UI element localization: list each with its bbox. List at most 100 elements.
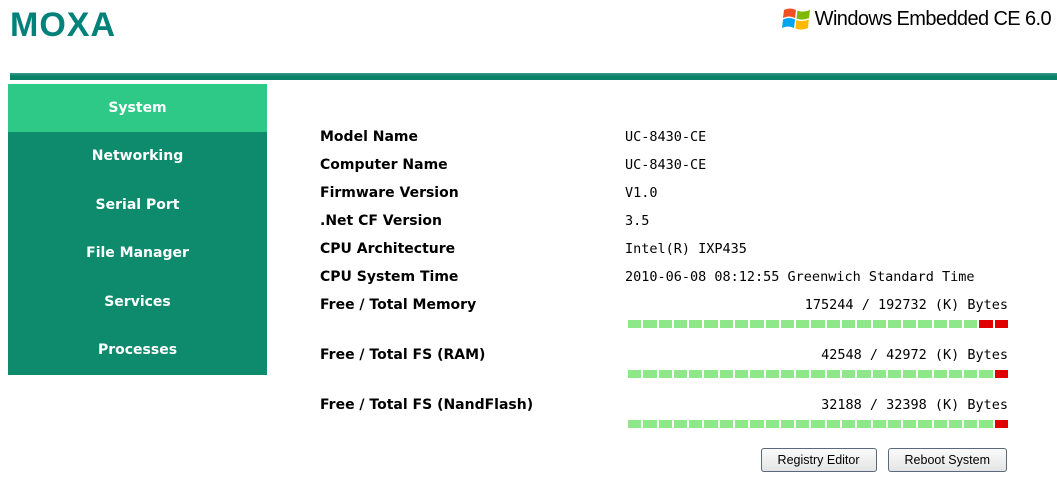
info-row-computer-name: Computer Name UC-8430-CE: [320, 155, 1010, 183]
model-name-value: UC-8430-CE: [625, 129, 707, 145]
free-segment: [933, 320, 947, 328]
system-info-panel: Model Name UC-8430-CE Computer Name UC-8…: [320, 127, 1010, 445]
memory-usage-bar: [628, 320, 1009, 328]
os-branding: Windows Embedded CE 6.0: [781, 4, 1052, 34]
free-segment: [734, 370, 749, 378]
fs-nand-value: 32188 / 32398 (K) Bytes: [821, 397, 1008, 413]
memory-label: Free / Total Memory: [320, 297, 477, 313]
free-segment: [628, 420, 642, 428]
free-segment: [704, 320, 718, 328]
free-segment: [903, 320, 917, 328]
sidebar-item-services[interactable]: Services: [8, 277, 267, 326]
windows-flag-icon: [781, 8, 810, 30]
sidebar-item-processes[interactable]: Processes: [8, 326, 267, 375]
free-segment: [857, 320, 871, 328]
free-segment: [887, 420, 902, 428]
free-segment: [765, 320, 779, 328]
free-segment: [826, 320, 840, 328]
free-segment: [872, 320, 886, 328]
free-segment: [811, 320, 825, 328]
free-segment: [979, 370, 993, 378]
free-segment: [918, 320, 932, 328]
free-segment: [796, 370, 810, 378]
free-segment: [948, 370, 963, 378]
info-row-firmware: Firmware Version V1.0: [320, 183, 1010, 211]
free-segment: [964, 320, 978, 328]
cpu-arch-label: CPU Architecture: [320, 241, 456, 257]
free-segment: [826, 370, 840, 378]
free-segment: [719, 420, 733, 428]
moxa-logo: MOXA: [10, 6, 116, 44]
os-name: Windows Embedded CE 6.0: [814, 7, 1052, 30]
free-segment: [765, 370, 779, 378]
firmware-label: Firmware Version: [320, 185, 459, 201]
info-row-cpu-arch: CPU Architecture Intel(R) IXP435: [320, 239, 1010, 267]
free-segment: [765, 420, 779, 428]
sidebar-item-serial-port[interactable]: Serial Port: [8, 180, 267, 229]
free-segment: [719, 370, 733, 378]
free-segment: [643, 320, 657, 328]
cpu-arch-value: Intel(R) IXP435: [625, 241, 747, 257]
free-segment: [780, 320, 795, 328]
free-segment: [780, 370, 795, 378]
model-name-label: Model Name: [320, 129, 418, 145]
fs-ram-value: 42548 / 42972 (K) Bytes: [821, 347, 1008, 363]
header-divider: [10, 73, 1057, 80]
netcf-label: .Net CF Version: [320, 213, 442, 229]
reboot-system-button[interactable]: Reboot System: [887, 448, 1007, 472]
used-segment: [994, 370, 1009, 378]
computer-name-value: UC-8430-CE: [625, 157, 707, 173]
free-segment: [750, 370, 764, 378]
free-segment: [734, 420, 749, 428]
used-segment: [994, 320, 1009, 328]
info-row-cpu-time: CPU System Time 2010-06-08 08:12:55 Gree…: [320, 267, 1010, 295]
free-segment: [673, 420, 688, 428]
registry-editor-button[interactable]: Registry Editor: [760, 448, 877, 472]
free-segment: [704, 370, 718, 378]
computer-name-label: Computer Name: [320, 157, 448, 173]
sidebar-nav: System Networking Serial Port File Manag…: [8, 84, 267, 375]
free-segment: [796, 320, 810, 328]
used-segment: [994, 420, 1009, 428]
cpu-time-value: 2010-06-08 08:12:55 Greenwich Standard T…: [625, 269, 975, 285]
free-segment: [643, 370, 657, 378]
free-segment: [673, 370, 688, 378]
free-segment: [887, 370, 902, 378]
free-segment: [658, 420, 672, 428]
free-segment: [719, 320, 733, 328]
free-segment: [658, 320, 672, 328]
free-segment: [628, 370, 642, 378]
netcf-value: 3.5: [625, 213, 650, 229]
free-segment: [689, 420, 703, 428]
free-segment: [734, 320, 749, 328]
free-segment: [918, 420, 932, 428]
free-segment: [689, 320, 703, 328]
info-row-fs-ram: Free / Total FS (RAM) 42548 / 42972 (K) …: [320, 345, 1010, 395]
free-segment: [658, 370, 672, 378]
free-segment: [841, 420, 856, 428]
free-segment: [673, 320, 688, 328]
free-segment: [903, 370, 917, 378]
free-segment: [887, 320, 902, 328]
free-segment: [933, 420, 947, 428]
info-row-netcf: .Net CF Version 3.5: [320, 211, 1010, 239]
free-segment: [903, 420, 917, 428]
action-buttons: Registry Editor Reboot System: [760, 448, 1007, 472]
free-segment: [979, 420, 993, 428]
free-segment: [872, 370, 886, 378]
free-segment: [643, 420, 657, 428]
fs-nand-label: Free / Total FS (NandFlash): [320, 397, 534, 413]
free-segment: [796, 420, 810, 428]
sidebar-item-file-manager[interactable]: File Manager: [8, 229, 267, 278]
used-segment: [979, 320, 993, 328]
info-row-memory: Free / Total Memory 175244 / 192732 (K) …: [320, 295, 1010, 345]
free-segment: [811, 420, 825, 428]
free-segment: [826, 420, 840, 428]
free-segment: [964, 370, 978, 378]
free-segment: [872, 420, 886, 428]
sidebar-item-networking[interactable]: Networking: [8, 132, 267, 181]
free-segment: [628, 320, 642, 328]
free-segment: [933, 370, 947, 378]
free-segment: [948, 320, 963, 328]
sidebar-item-system[interactable]: System: [8, 84, 267, 132]
